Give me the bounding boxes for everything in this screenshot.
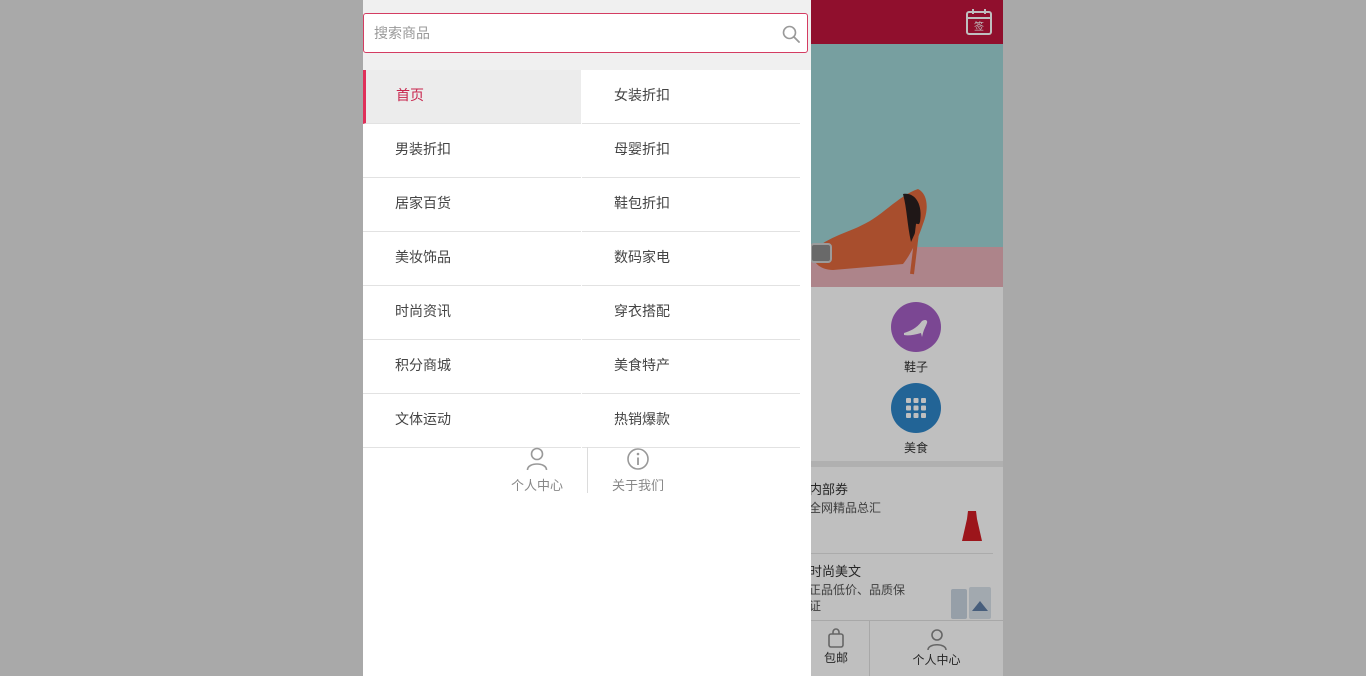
info-icon [627, 448, 649, 470]
menu-item[interactable]: 美食特产 [582, 340, 800, 394]
drawer-footer: 个人中心 关于我们 [363, 447, 811, 497]
menu-item[interactable]: 时尚资讯 [363, 286, 581, 340]
menu-item[interactable]: 居家百货 [363, 178, 581, 232]
menu-item[interactable]: 文体运动 [363, 394, 581, 448]
menu-item[interactable]: 母婴折扣 [582, 124, 800, 178]
footer-divider [587, 447, 588, 493]
search-input[interactable] [372, 22, 776, 46]
menu-item[interactable]: 热销爆款 [582, 394, 800, 448]
menu-item[interactable]: 积分商城 [363, 340, 581, 394]
search-box [363, 13, 808, 53]
search-icon[interactable] [782, 25, 800, 43]
menu-item[interactable]: 穿衣搭配 [582, 286, 800, 340]
menu-item[interactable]: 美妆饰品 [363, 232, 581, 286]
menu-item[interactable]: 数码家电 [582, 232, 800, 286]
menu-item[interactable]: 鞋包折扣 [582, 178, 800, 232]
menu-item[interactable]: 女装折扣 [582, 70, 800, 124]
menu-item[interactable]: 男装折扣 [363, 124, 581, 178]
menu-item[interactable]: 首页 [363, 70, 581, 124]
about-button[interactable]: 关于我们 [598, 447, 678, 494]
profile-button-label: 个人中心 [510, 479, 563, 494]
side-drawer: 首页女装折扣男装折扣母婴折扣居家百货鞋包折扣美妆饰品数码家电时尚资讯穿衣搭配积分… [363, 0, 811, 676]
about-button-label: 关于我们 [611, 479, 664, 494]
drawer-search-bar [363, 0, 811, 70]
profile-button[interactable]: 个人中心 [497, 447, 577, 494]
user-icon [526, 447, 548, 471]
